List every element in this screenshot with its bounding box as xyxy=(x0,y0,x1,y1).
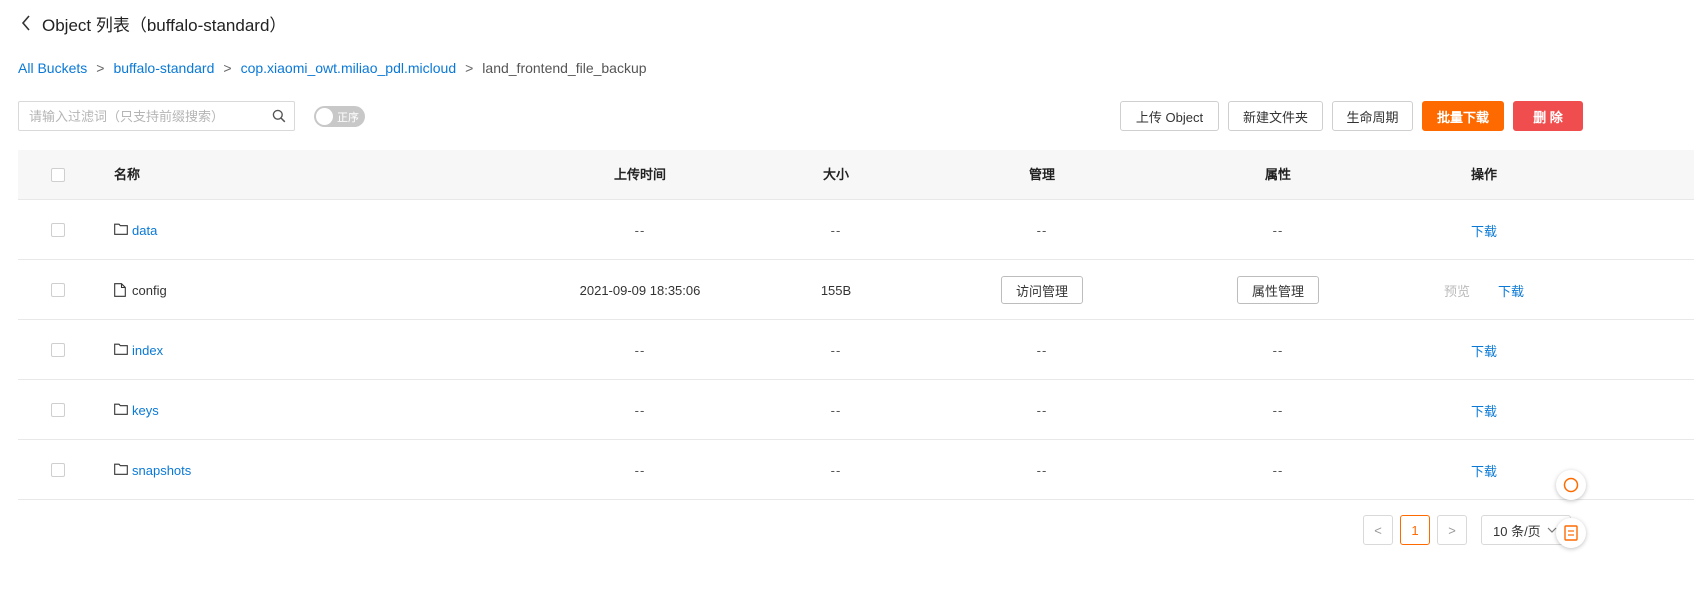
download-link[interactable]: 下载 xyxy=(1471,461,1497,480)
upload-object-button[interactable]: 上传 Object xyxy=(1120,101,1219,131)
page-header: Object 列表（buffalo-standard） xyxy=(18,10,286,36)
upload-time-cell: -- xyxy=(634,222,646,238)
table-row: data -- -- -- -- 下载 xyxy=(18,200,1694,260)
folder-name-link[interactable]: index xyxy=(132,343,163,358)
actions-cell: 下载 xyxy=(1471,440,1497,500)
folder-icon xyxy=(114,223,128,237)
delete-button[interactable]: 删 除 xyxy=(1513,101,1583,131)
size-cell: 155B xyxy=(820,282,852,298)
name-cell: config xyxy=(114,260,167,320)
table-row: keys -- -- -- -- 下载 xyxy=(18,380,1694,440)
actions-cell: 下载 xyxy=(1471,380,1497,440)
back-arrow-icon[interactable] xyxy=(18,15,34,31)
column-header-attributes: 属性 xyxy=(1264,167,1292,182)
folder-name-link[interactable]: keys xyxy=(132,403,159,418)
actions-cell: 预览 下载 xyxy=(1444,260,1524,320)
object-table: 名称 上传时间 大小 管理 属性 操作 data -- -- -- -- 下载 … xyxy=(18,150,1694,500)
size-cell: -- xyxy=(830,462,842,478)
table-row: config 2021-09-09 18:35:06 155B 访问管理 属性管… xyxy=(18,260,1694,320)
upload-time-cell: -- xyxy=(634,342,646,358)
new-folder-button[interactable]: 新建文件夹 xyxy=(1228,101,1323,131)
table-header: 名称 上传时间 大小 管理 属性 操作 xyxy=(18,150,1694,200)
help-widget-icon[interactable] xyxy=(1556,470,1586,500)
name-cell: index xyxy=(114,320,163,380)
next-page-button[interactable]: > xyxy=(1437,515,1467,545)
column-header-upload-time: 上传时间 xyxy=(613,167,667,182)
breadcrumb-separator: > xyxy=(223,60,232,76)
breadcrumb-bucket[interactable]: buffalo-standard xyxy=(113,60,214,76)
breadcrumb: All Buckets > buffalo-standard > cop.xia… xyxy=(18,60,647,76)
attribute-management-button[interactable]: 属性管理 xyxy=(1236,276,1320,304)
breadcrumb-prefix[interactable]: cop.xiaomi_owt.miliao_pdl.micloud xyxy=(241,60,457,76)
manage-cell: -- xyxy=(1036,342,1048,358)
size-cell: -- xyxy=(830,402,842,418)
toolbar: 正序 上传 Object 新建文件夹 生命周期 批量下载 删 除 xyxy=(18,101,1694,131)
page-size-value: 10 条/页 xyxy=(1493,523,1541,539)
chevron-right-icon: > xyxy=(1448,522,1456,538)
size-cell: -- xyxy=(830,342,842,358)
manage-cell: 访问管理 xyxy=(1000,260,1084,320)
breadcrumb-separator: > xyxy=(96,60,105,76)
page-title: Object 列表（buffalo-standard） xyxy=(42,15,287,35)
name-cell: data xyxy=(114,200,157,260)
attributes-cell: -- xyxy=(1272,402,1284,418)
file-icon xyxy=(114,283,128,297)
row-checkbox[interactable] xyxy=(51,463,65,477)
attributes-cell: -- xyxy=(1272,222,1284,238)
folder-icon xyxy=(114,343,128,357)
breadcrumb-all-buckets[interactable]: All Buckets xyxy=(18,60,87,76)
folder-icon xyxy=(114,463,128,477)
batch-download-button[interactable]: 批量下载 xyxy=(1422,101,1504,131)
name-cell: snapshots xyxy=(114,440,191,500)
chevron-left-icon: < xyxy=(1374,522,1382,538)
lifecycle-button[interactable]: 生命周期 xyxy=(1332,101,1413,131)
row-checkbox[interactable] xyxy=(51,403,65,417)
row-checkbox[interactable] xyxy=(51,223,65,237)
table-row: snapshots -- -- -- -- 下载 xyxy=(18,440,1694,500)
sort-order-toggle[interactable]: 正序 xyxy=(314,106,365,127)
upload-time-cell: -- xyxy=(634,462,646,478)
actions-cell: 下载 xyxy=(1471,320,1497,380)
file-name: config xyxy=(132,282,167,298)
upload-time-cell: 2021-09-09 18:35:06 xyxy=(579,282,701,298)
prev-page-button[interactable]: < xyxy=(1363,515,1393,545)
search-input[interactable] xyxy=(19,102,264,130)
breadcrumb-current: land_frontend_file_backup xyxy=(482,60,647,76)
page-number-button[interactable]: 1 xyxy=(1400,515,1430,545)
download-link[interactable]: 下载 xyxy=(1498,281,1524,300)
folder-icon xyxy=(114,403,128,417)
access-management-button[interactable]: 访问管理 xyxy=(1000,276,1084,304)
toggle-knob xyxy=(316,108,333,125)
row-checkbox[interactable] xyxy=(51,343,65,357)
manage-cell: -- xyxy=(1036,222,1048,238)
column-header-size: 大小 xyxy=(822,167,850,182)
folder-name-link[interactable]: snapshots xyxy=(132,463,191,478)
search-icon[interactable] xyxy=(264,102,294,130)
column-header-actions: 操作 xyxy=(1470,167,1498,182)
attributes-cell: -- xyxy=(1272,462,1284,478)
manage-cell: -- xyxy=(1036,402,1048,418)
folder-name-link[interactable]: data xyxy=(132,223,157,238)
manage-cell: -- xyxy=(1036,462,1048,478)
breadcrumb-separator: > xyxy=(465,60,474,76)
row-checkbox[interactable] xyxy=(51,283,65,297)
preview-link[interactable]: 预览 xyxy=(1444,281,1470,300)
upload-time-cell: -- xyxy=(634,402,646,418)
actions-cell: 下载 xyxy=(1471,200,1497,260)
download-link[interactable]: 下载 xyxy=(1471,341,1497,360)
column-header-name: 名称 xyxy=(114,167,141,182)
table-row: index -- -- -- -- 下载 xyxy=(18,320,1694,380)
download-link[interactable]: 下载 xyxy=(1471,221,1497,240)
sort-order-label: 正序 xyxy=(337,112,359,124)
name-cell: keys xyxy=(114,380,159,440)
download-link[interactable]: 下载 xyxy=(1471,401,1497,420)
attributes-cell: 属性管理 xyxy=(1236,260,1320,320)
size-cell: -- xyxy=(830,222,842,238)
column-header-manage: 管理 xyxy=(1028,167,1056,182)
attributes-cell: -- xyxy=(1272,342,1284,358)
select-all-checkbox[interactable] xyxy=(51,168,65,182)
search-box xyxy=(18,101,295,131)
feedback-widget-icon[interactable] xyxy=(1556,518,1586,548)
